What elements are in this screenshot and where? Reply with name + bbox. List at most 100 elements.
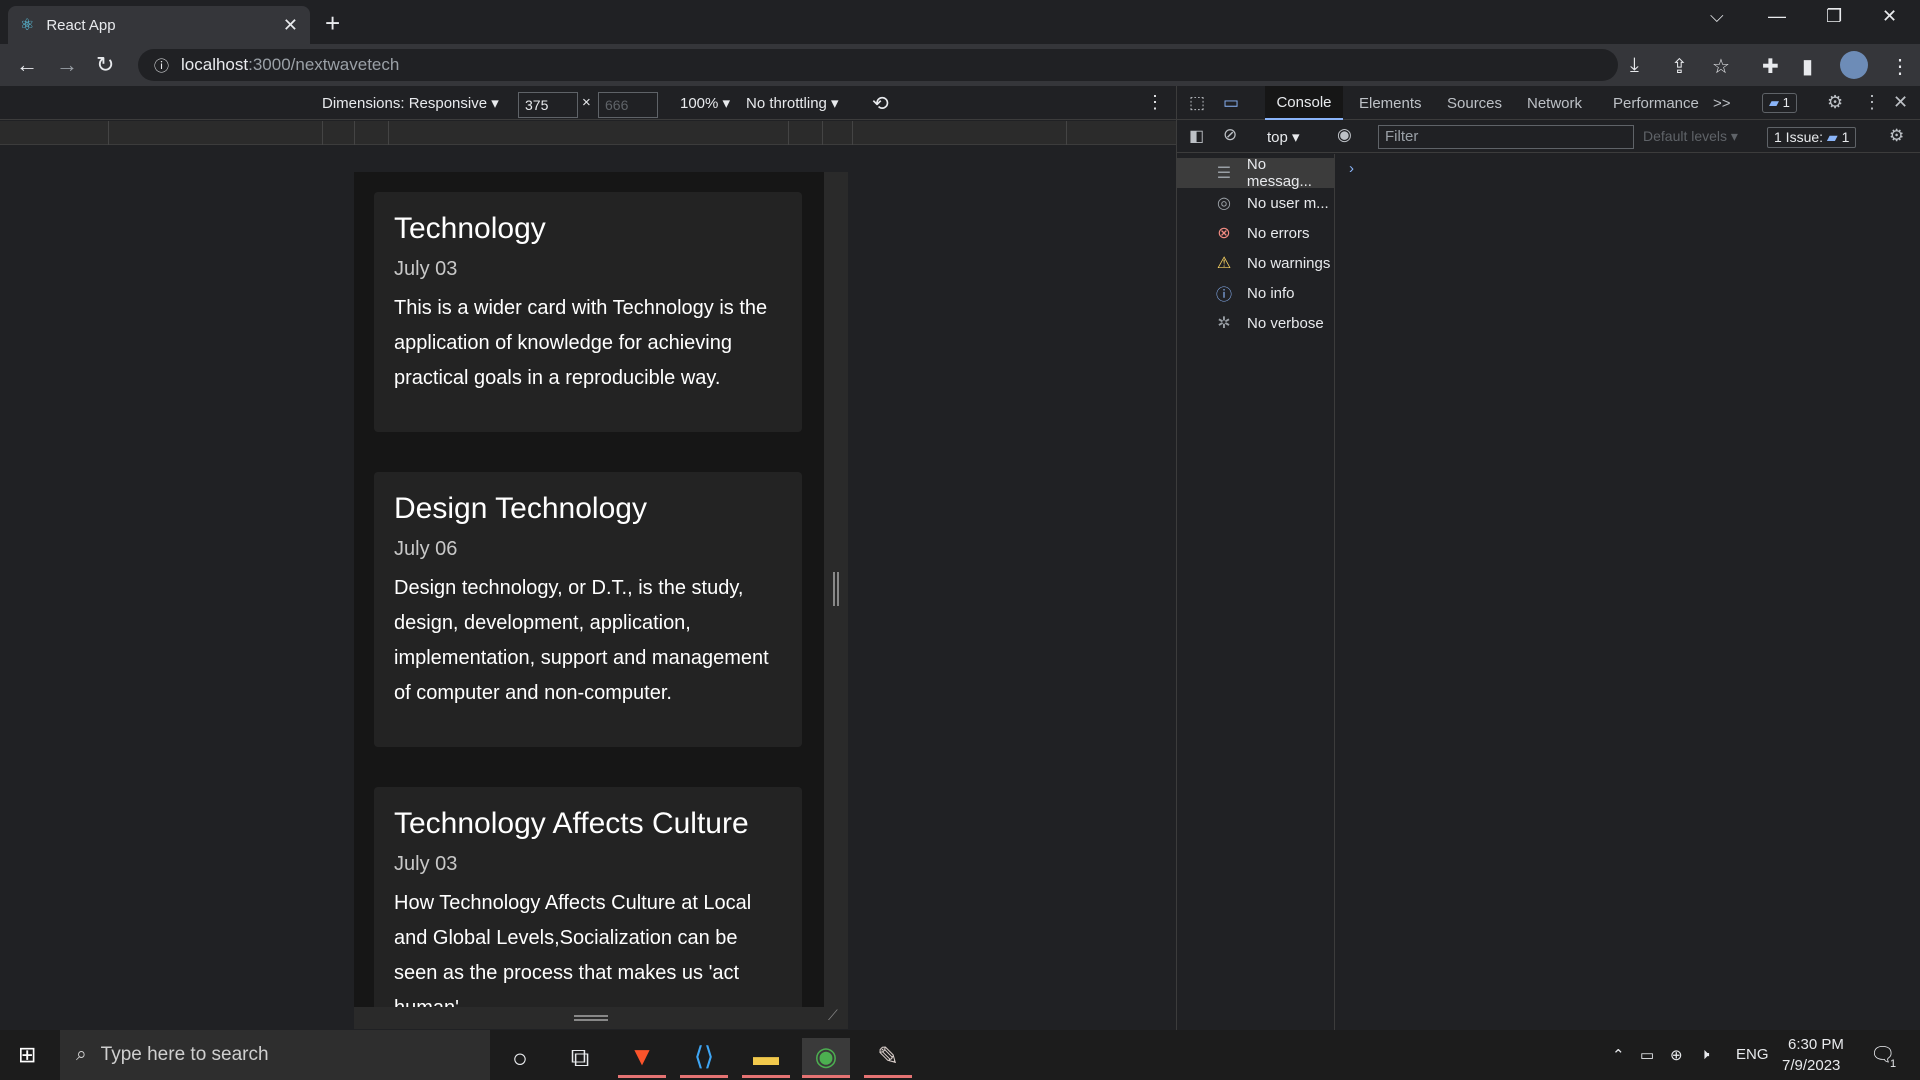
- article-card: Technology July 03 This is a wider card …: [374, 192, 802, 432]
- sidebar-toggle-icon[interactable]: ◧: [1189, 126, 1204, 146]
- tab-elements[interactable]: Elements: [1359, 95, 1422, 112]
- resize-handle-bottom[interactable]: ⟋: [354, 1007, 848, 1029]
- share-icon[interactable]: ⇪: [1671, 54, 1688, 79]
- card-title: Technology: [394, 212, 546, 245]
- sidebar-item-errors[interactable]: ⊗ No errors: [1177, 218, 1335, 248]
- throttling-select[interactable]: No throttling ▾: [746, 94, 839, 112]
- volume-muted-icon[interactable]: 🕨: [1700, 1046, 1709, 1063]
- task-view-icon[interactable]: ⧉: [556, 1038, 604, 1078]
- clear-console-icon[interactable]: ⊘: [1223, 125, 1237, 145]
- browser-tab[interactable]: ⚛ React App ✕: [8, 6, 310, 44]
- devtools-panel: ⬚ ▭ Console Elements Sources Network Per…: [1176, 86, 1920, 1030]
- side-panel-icon[interactable]: ▮: [1802, 54, 1813, 79]
- forward-button[interactable]: →: [56, 52, 78, 78]
- sidebar-item-label: No warnings: [1247, 254, 1331, 272]
- sidebar-item-verbose[interactable]: ✲ No verbose: [1177, 308, 1335, 338]
- new-tab-button[interactable]: +: [325, 8, 340, 39]
- zoom-select[interactable]: 100% ▾: [680, 94, 730, 112]
- file-explorer-icon[interactable]: ▬: [742, 1038, 790, 1078]
- live-expression-icon[interactable]: ◉: [1337, 125, 1352, 145]
- extensions-icon[interactable]: ✚: [1762, 54, 1779, 79]
- avatar[interactable]: [1840, 51, 1868, 79]
- media-query-ruler[interactable]: [0, 121, 1176, 145]
- close-window-button[interactable]: ✕: [1882, 6, 1897, 27]
- console-settings-icon[interactable]: ⚙: [1889, 126, 1904, 146]
- device-more-icon[interactable]: ⋮: [1146, 92, 1164, 113]
- sidebar-item-label: No errors: [1247, 224, 1310, 242]
- windows-taskbar: ⊞ ⌕ Type here to search ○ ⧉ ▼ ⟨⟩ ▬ ◉ ✎ ⌃…: [0, 1030, 1920, 1080]
- url-host: localhost: [181, 55, 249, 74]
- tab-console[interactable]: Console: [1265, 86, 1343, 120]
- info-icon: ⓘ: [1215, 287, 1232, 304]
- taskbar-search-input[interactable]: ⌕ Type here to search: [60, 1030, 490, 1080]
- devtools-tab-bar: ⬚ ▭ Console Elements Sources Network Per…: [1177, 86, 1920, 120]
- context-select[interactable]: top ▾: [1267, 128, 1300, 146]
- address-bar[interactable]: ⓘ localhost:3000/nextwavetech: [138, 49, 1618, 81]
- tab-network[interactable]: Network: [1527, 95, 1582, 112]
- site-info-icon[interactable]: ⓘ: [154, 55, 169, 76]
- card-body: This is a wider card with Technology is …: [394, 297, 768, 389]
- sidebar-item-label: No verbose: [1247, 314, 1324, 332]
- card-body: Design technology, or D.T., is the study…: [394, 577, 769, 704]
- resize-handle-right[interactable]: [824, 172, 848, 1007]
- devtools-menu-icon[interactable]: ⋮: [1863, 92, 1881, 113]
- tab-sources[interactable]: Sources: [1447, 95, 1502, 112]
- sidebar-item-warnings[interactable]: ⚠ No warnings: [1177, 248, 1335, 278]
- chrome-icon[interactable]: ◉: [802, 1038, 850, 1078]
- restore-button[interactable]: ❐: [1826, 6, 1842, 27]
- notifications-count: 1: [1890, 1058, 1897, 1070]
- bug-icon: ✲: [1217, 315, 1231, 332]
- issues-button[interactable]: 1 Issue: ▰ 1: [1767, 127, 1857, 148]
- sidebar-item-user-messages[interactable]: ◎ No user m...: [1177, 188, 1335, 218]
- sidebar-item-messages[interactable]: ☰ No messag...: [1177, 156, 1335, 190]
- issue-icon: ▰: [1826, 129, 1838, 145]
- inspect-element-icon[interactable]: ⬚: [1189, 93, 1205, 113]
- bookmark-star-icon[interactable]: ☆: [1712, 54, 1730, 79]
- sidebar-item-label: No messag...: [1246, 156, 1312, 190]
- battery-icon[interactable]: ▭: [1640, 1046, 1654, 1064]
- tab-performance[interactable]: Performance: [1613, 95, 1699, 112]
- messages-badge[interactable]: ▰ 1: [1762, 93, 1797, 113]
- tab-search-icon[interactable]: ⌵: [1710, 6, 1724, 27]
- language-indicator[interactable]: ENG: [1736, 1046, 1769, 1063]
- tab-close-button[interactable]: ✕: [283, 15, 298, 36]
- console-toolbar: ◧ ⊘ top ▾ ◉ Filter Default levels ▾ 1 Is…: [1177, 121, 1920, 153]
- install-icon[interactable]: ⤓: [1630, 54, 1639, 77]
- reload-button[interactable]: ↻: [96, 52, 114, 78]
- url-path: :3000/nextwavetech: [248, 55, 400, 74]
- message-icon: ▰: [1769, 95, 1779, 110]
- network-icon[interactable]: ⊕: [1670, 1046, 1683, 1064]
- clock-date[interactable]: 7/9/2023: [1782, 1057, 1840, 1074]
- console-prompt-icon[interactable]: ›: [1349, 160, 1354, 177]
- back-button[interactable]: ←: [16, 52, 38, 78]
- card-title: Technology Affects Culture: [394, 807, 749, 840]
- brave-browser-icon[interactable]: ▼: [618, 1038, 666, 1078]
- browser-menu-icon[interactable]: ⋮: [1890, 54, 1910, 79]
- tab-title: React App: [46, 16, 116, 34]
- vscode-icon[interactable]: ⟨⟩: [680, 1038, 728, 1078]
- device-toggle-icon[interactable]: ▭: [1223, 93, 1239, 113]
- search-icon: ⌕: [76, 1044, 87, 1065]
- more-tabs-button[interactable]: >>: [1713, 95, 1731, 112]
- height-input[interactable]: 666: [598, 92, 658, 118]
- dimensions-select[interactable]: Dimensions: Responsive ▾: [322, 94, 499, 112]
- title-bar: ⚛ React App ✕ + ⌵ — ❐ ✕: [0, 0, 1920, 44]
- settings-gear-icon[interactable]: ⚙: [1827, 92, 1843, 113]
- minimize-button[interactable]: —: [1768, 6, 1786, 27]
- messages-count: 1: [1782, 95, 1790, 110]
- filter-input[interactable]: Filter: [1378, 125, 1634, 149]
- log-levels-select[interactable]: Default levels ▾: [1643, 128, 1738, 145]
- tray-chevron-icon[interactable]: ⌃: [1612, 1046, 1625, 1064]
- paint-icon[interactable]: ✎: [864, 1038, 912, 1078]
- close-devtools-icon[interactable]: ✕: [1893, 92, 1908, 113]
- clock-time[interactable]: 6:30 PM: [1788, 1036, 1844, 1053]
- card-date: July 06: [394, 538, 458, 560]
- cortana-icon[interactable]: ○: [496, 1038, 544, 1078]
- width-input[interactable]: 375: [518, 92, 578, 118]
- windows-start-icon[interactable]: ⊞: [18, 1042, 36, 1068]
- rotate-icon[interactable]: ⟲: [872, 91, 889, 116]
- card-title: Design Technology: [394, 492, 647, 525]
- sidebar-item-info[interactable]: ⓘ No info: [1177, 278, 1335, 308]
- article-card: Design Technology July 06 Design technol…: [374, 472, 802, 747]
- resize-corner-icon[interactable]: ⟋: [828, 1007, 838, 1024]
